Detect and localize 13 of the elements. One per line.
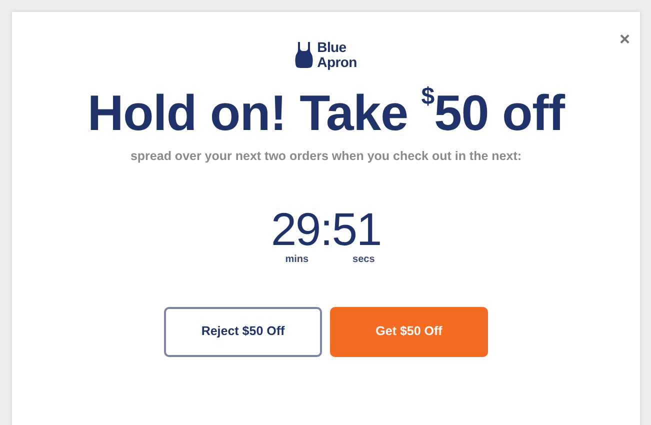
get-offer-button[interactable]: Get $50 Off [330, 306, 488, 357]
countdown-separator: : [320, 206, 332, 252]
countdown-seconds: 51 [332, 206, 382, 252]
logo-text: Apron [317, 55, 357, 70]
headline: Hold on! Take $^{$}$50 off [86, 86, 566, 141]
countdown-minutes: 29 [270, 206, 320, 252]
logo-text: Blue [317, 40, 348, 55]
apron-icon [295, 42, 314, 68]
subtitle: spread over your next two orders when you check out in the next: [129, 148, 523, 165]
seconds-label: secs [352, 252, 375, 267]
close-button[interactable]: × [615, 28, 634, 50]
minutes-label: mins [285, 252, 309, 267]
reject-offer-button[interactable]: Reject $50 Off [164, 306, 322, 357]
